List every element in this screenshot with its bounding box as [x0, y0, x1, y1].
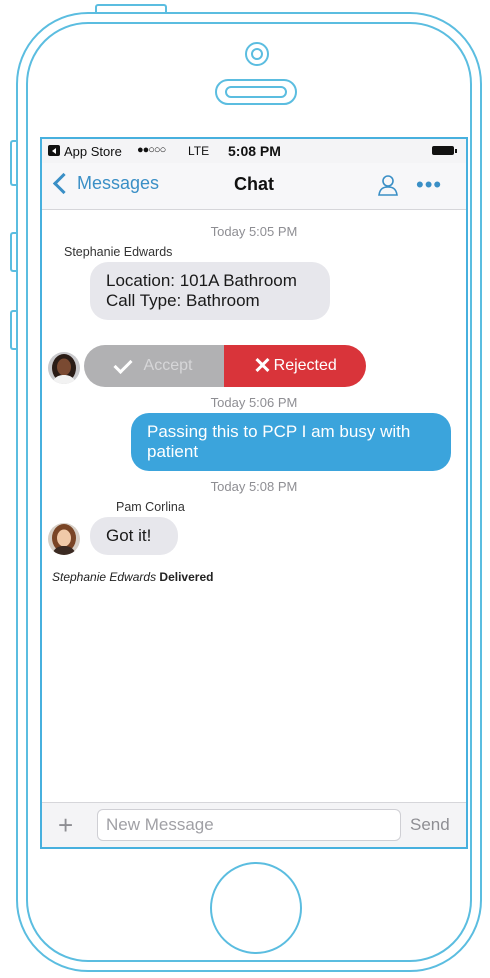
- sender-name: Pam Corlina: [116, 500, 185, 514]
- front-camera: [245, 42, 269, 66]
- sender-name: Stephanie Edwards: [64, 245, 173, 259]
- volume-up-button: [10, 232, 16, 272]
- avatar[interactable]: [48, 523, 80, 555]
- status-time: 5:08 PM: [228, 143, 281, 159]
- message-list[interactable]: Today 5:05 PM Stephanie Edwards Location…: [42, 210, 466, 802]
- accept-button[interactable]: Accept: [84, 345, 226, 387]
- avatar-photo-icon: [48, 523, 80, 555]
- delivery-state: Delivered: [159, 570, 214, 584]
- contact-icon[interactable]: [376, 173, 400, 197]
- phone-screen: App Store ●●○○○ LTE 5:08 PM Messages Cha…: [40, 137, 468, 849]
- battery-icon: [432, 146, 457, 155]
- more-options-icon[interactable]: •••: [416, 172, 442, 198]
- accept-reject-group: Accept ✕ Rejected: [84, 345, 366, 387]
- timestamp: Today 5:05 PM: [210, 224, 298, 239]
- plus-icon[interactable]: +: [58, 812, 73, 838]
- power-button: [95, 4, 167, 12]
- status-bar: App Store ●●○○○ LTE 5:08 PM: [42, 139, 466, 163]
- message-text-line: Location: 101A Bathroom: [106, 271, 297, 290]
- outgoing-message-bubble[interactable]: Passing this to PCP I am busy with patie…: [131, 413, 451, 471]
- timestamp: Today 5:06 PM: [210, 395, 298, 410]
- status-carrier[interactable]: App Store: [64, 144, 122, 159]
- timestamp: Today 5:08 PM: [210, 479, 298, 494]
- earpiece-speaker: [215, 79, 297, 105]
- back-to-app-icon[interactable]: [48, 145, 60, 156]
- rejected-label: Rejected: [273, 357, 337, 374]
- message-text: Got it!: [106, 526, 152, 545]
- rejected-button[interactable]: ✕ Rejected: [224, 345, 366, 387]
- new-message-input[interactable]: [97, 809, 401, 841]
- navigation-bar: Messages Chat •••: [42, 163, 466, 210]
- incoming-message-bubble[interactable]: Location: 101A Bathroom Call Type: Bathr…: [90, 262, 330, 320]
- page-title: Chat: [234, 174, 274, 194]
- signal-strength-icon: ●●○○○: [137, 144, 166, 156]
- close-icon: ✕: [253, 353, 272, 378]
- incoming-message-bubble[interactable]: Got it!: [90, 517, 178, 555]
- volume-down-button: [10, 310, 16, 350]
- message-text-line: Call Type: Bathroom: [106, 291, 260, 310]
- mute-switch: [10, 140, 16, 186]
- delivery-status: Stephanie Edwards Delivered: [52, 570, 213, 584]
- delivery-recipient: Stephanie Edwards: [52, 570, 157, 584]
- message-composer: + Send: [42, 802, 466, 847]
- message-text: Passing this to PCP I am busy with patie…: [147, 422, 411, 461]
- accept-label: Accept: [143, 357, 193, 374]
- network-type: LTE: [188, 144, 210, 158]
- home-button[interactable]: [210, 862, 302, 954]
- avatar-photo-icon: [48, 352, 80, 384]
- checkmark-icon: [112, 354, 133, 374]
- avatar[interactable]: [48, 352, 80, 384]
- send-button[interactable]: Send: [410, 815, 450, 835]
